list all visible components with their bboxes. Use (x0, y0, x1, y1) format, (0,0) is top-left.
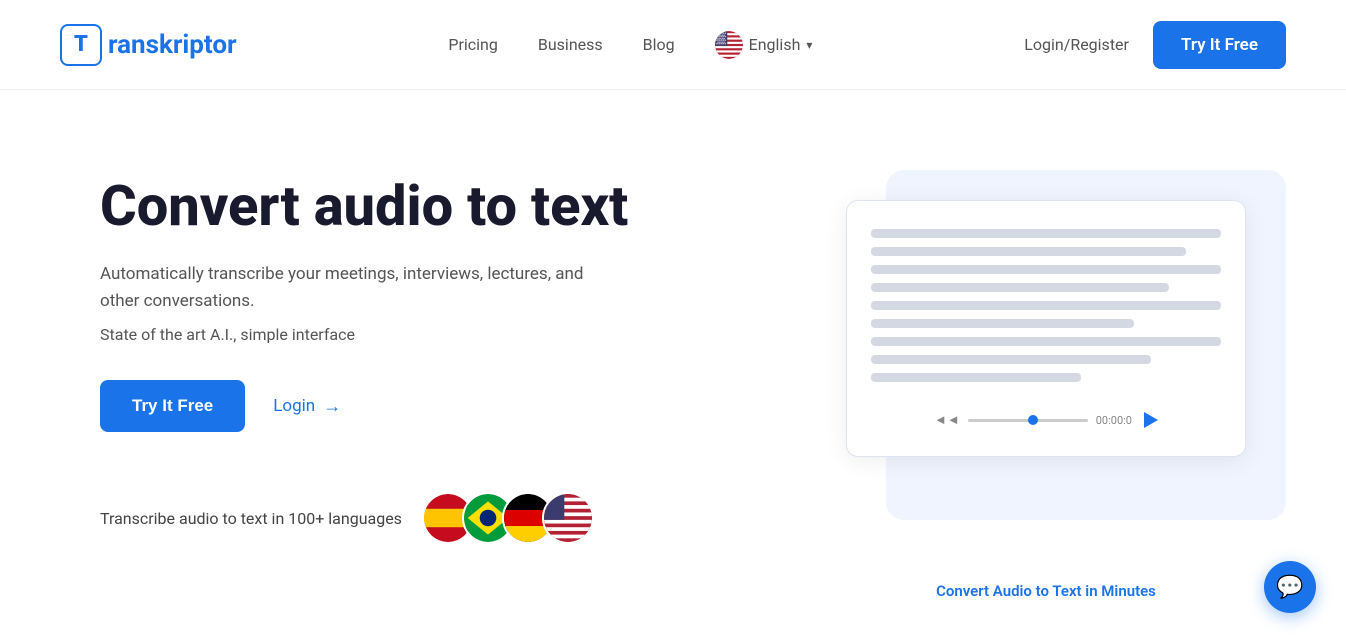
text-preview-lines (871, 229, 1221, 382)
text-line-1 (871, 229, 1221, 238)
hero-actions: Try It Free Login → (100, 380, 628, 432)
text-line-2 (871, 247, 1186, 256)
time-text: 00:00:0 (1096, 414, 1132, 427)
logo-text: ranskriptor (108, 30, 237, 60)
hero-try-free-button[interactable]: Try It Free (100, 380, 245, 432)
time-start: ◄◄ (934, 412, 960, 428)
hero-login-link[interactable]: Login → (273, 396, 341, 417)
hero-title: Convert audio to text (100, 176, 628, 238)
hero-login-label: Login (273, 396, 315, 416)
text-line-5 (871, 301, 1221, 310)
playhead (1028, 415, 1038, 425)
nav-blog[interactable]: Blog (643, 35, 675, 54)
chevron-down-icon: ▾ (806, 38, 812, 52)
text-line-3 (871, 265, 1221, 274)
card-caption: Convert Audio to Text in Minutes (846, 582, 1246, 600)
nav-business[interactable]: Business (538, 35, 603, 54)
logo-icon: T (60, 24, 102, 66)
hero-section: Convert audio to text Automatically tran… (0, 90, 1346, 610)
hero-description: Automatically transcribe your meetings, … (100, 261, 600, 315)
chat-button[interactable]: 💬 (1264, 561, 1316, 613)
audio-player: ◄◄ 00:00:0 (871, 402, 1221, 428)
us-flag-icon: ★★★★★ ★★★★ ★★★★★ ★★★★ ★★★★★ ★★★★ ★★★★★ (715, 31, 743, 59)
hero-content: Convert audio to text Automatically tran… (100, 176, 628, 545)
text-line-6 (871, 319, 1134, 328)
language-label: English (749, 35, 801, 54)
languages-text: Transcribe audio to text in 100+ languag… (100, 509, 402, 528)
logo[interactable]: T ranskriptor (60, 24, 237, 66)
chat-icon: 💬 (1276, 575, 1303, 600)
flags-group (422, 492, 594, 544)
hero-tagline: State of the art A.I., simple interface (100, 325, 628, 344)
play-button-icon[interactable] (1144, 412, 1158, 428)
nav-pricing[interactable]: Pricing (448, 35, 498, 54)
nav-links: Pricing Business Blog (448, 31, 812, 59)
login-register-link[interactable]: Login/Register (1024, 35, 1129, 54)
svg-text:★: ★ (715, 31, 718, 35)
nav-try-free-button[interactable]: Try It Free (1153, 21, 1286, 69)
arrow-right-icon: → (323, 396, 341, 417)
progress-bar[interactable] (968, 419, 1088, 422)
text-line-4 (871, 283, 1169, 292)
hero-card: ◄◄ 00:00:0 (846, 200, 1246, 457)
language-selector[interactable]: ★★★★★ ★★★★ ★★★★★ ★★★★ ★★★★★ ★★★★ ★★★★★ E… (715, 31, 813, 59)
text-line-8 (871, 355, 1151, 364)
text-line-7 (871, 337, 1221, 346)
nav-right: Login/Register Try It Free (1024, 21, 1286, 69)
languages-row: Transcribe audio to text in 100+ languag… (100, 492, 628, 544)
us-flag-small-icon (542, 492, 594, 544)
navbar: T ranskriptor Pricing Business Blog (0, 0, 1346, 90)
text-line-9 (871, 373, 1081, 382)
hero-illustration: ◄◄ 00:00:0 Convert Audio to Text in Minu… (846, 170, 1286, 550)
